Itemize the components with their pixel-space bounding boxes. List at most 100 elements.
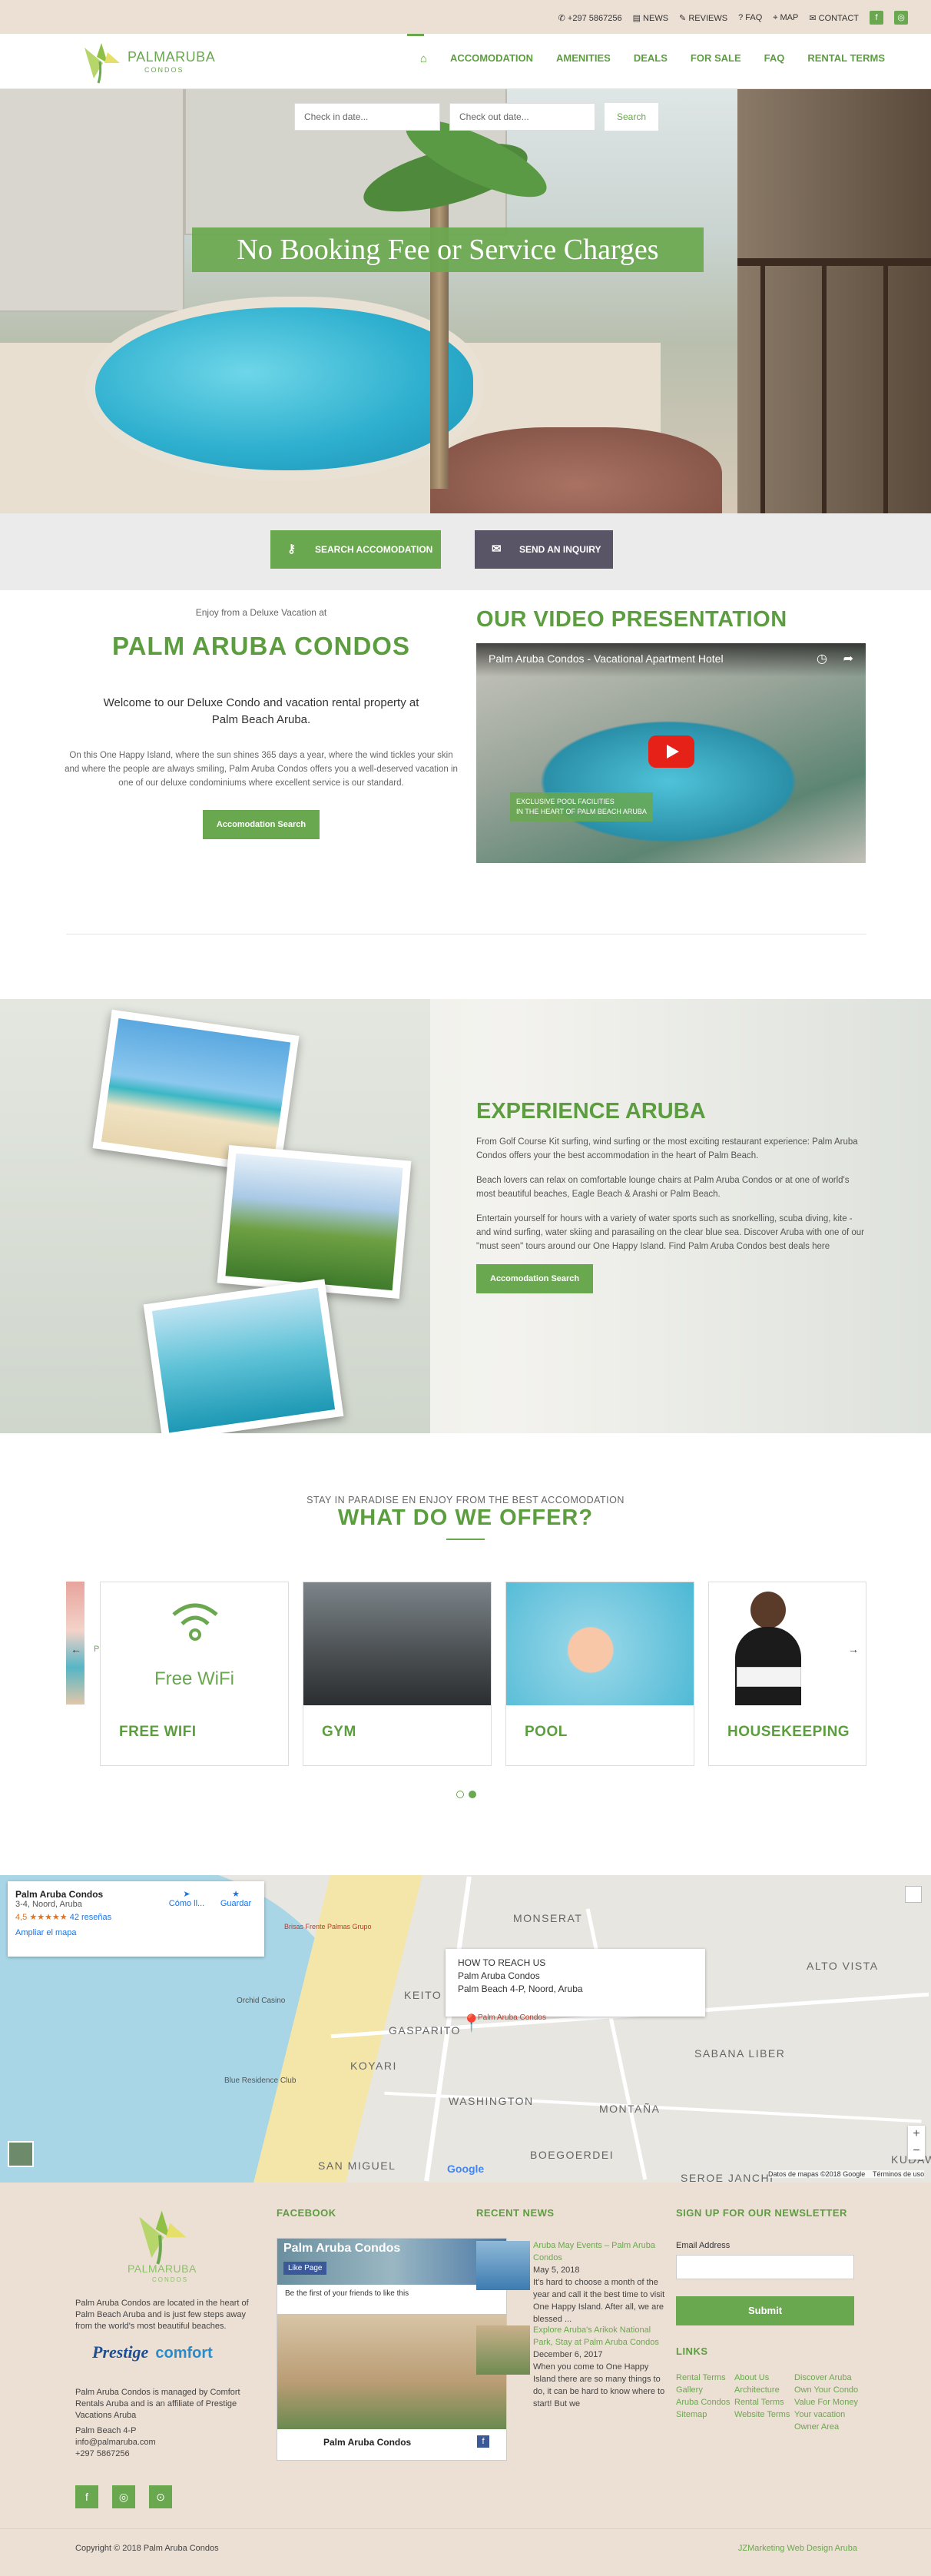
share-icon[interactable]: ➦ xyxy=(843,651,853,666)
fb-page-name: Palm Aruba Condos xyxy=(283,2242,401,2255)
nav-rental-terms[interactable]: RENTAL TERMS xyxy=(807,52,885,65)
carousel-dot[interactable] xyxy=(456,1791,464,1798)
facebook-widget[interactable]: Palm Aruba Condos Like Page Be the first… xyxy=(277,2238,507,2461)
fb-post-page: Palm Aruba Condos xyxy=(323,2437,412,2448)
link-item[interactable]: Sitemap xyxy=(676,2408,730,2421)
housekeeper-body xyxy=(735,1627,801,1705)
search-accomodation-button[interactable]: ⚷ SEARCH ACCOMODATION xyxy=(270,530,441,569)
hero-building-left xyxy=(0,89,184,312)
nav-deals[interactable]: DEALS xyxy=(634,52,668,65)
reviews-link[interactable]: ✎ REVIEWS xyxy=(679,13,727,23)
hero-pool xyxy=(84,297,484,481)
carousel-dot-active[interactable] xyxy=(469,1791,476,1798)
fullscreen-icon[interactable] xyxy=(905,1886,922,1903)
link-item[interactable]: Owner Area xyxy=(794,2421,858,2433)
newsletter-email-input[interactable] xyxy=(676,2255,854,2279)
fb-like-button[interactable]: Like Page xyxy=(283,2262,327,2275)
palm-logo-icon xyxy=(84,43,120,84)
offer-card-housekeeping[interactable]: HOUSEKEEPING xyxy=(708,1582,866,1766)
video-title-bar: Palm Aruba Condos - Vacational Apartment… xyxy=(476,643,866,677)
save-button[interactable]: ★ Guardar xyxy=(217,1889,255,1908)
link-item[interactable]: Value For Money xyxy=(794,2396,858,2408)
link-item[interactable]: Website Terms xyxy=(734,2408,790,2421)
welcome-kicker: Enjoy from a Deluxe Vacation at xyxy=(195,607,327,618)
fb-cover: Palm Aruba Condos Like Page xyxy=(277,2239,506,2285)
directions-button[interactable]: ➤ Cómo ll... xyxy=(166,1889,207,1908)
experience-accomodation-search-button[interactable]: Accomodation Search xyxy=(476,1264,594,1293)
news-thumb[interactable] xyxy=(476,2325,530,2375)
links-title: LINKS xyxy=(676,2345,708,2357)
send-inquiry-button[interactable]: ✉ SEND AN INQUIRY xyxy=(475,530,613,569)
booking-search-button[interactable]: Search xyxy=(605,103,658,131)
link-item[interactable]: Aruba Condos xyxy=(676,2396,730,2408)
footer-facebook-icon[interactable]: f xyxy=(75,2485,98,2508)
satellite-toggle[interactable] xyxy=(8,2141,34,2167)
checkin-input[interactable]: Check in date... xyxy=(294,103,440,131)
offer-card-gym[interactable]: GYM xyxy=(303,1582,492,1766)
site-logo[interactable]: PALMARUBA CONDOS xyxy=(77,40,230,85)
link-item[interactable]: Discover Aruba xyxy=(794,2372,858,2384)
footer-logo[interactable]: PALMARUBA CONDOS xyxy=(108,2206,230,2283)
main-navbar: PALMARUBA CONDOS ⌂ ACCOMODATION AMENITIE… xyxy=(0,34,931,89)
play-icon[interactable] xyxy=(648,735,694,768)
faq-link[interactable]: ? FAQ xyxy=(738,13,762,22)
map-reviews-link[interactable]: 42 reseñas xyxy=(70,1913,111,1922)
news-item-title[interactable]: Explore Aruba's Arikok National Park, St… xyxy=(533,2324,665,2349)
map-label: GASPARITO xyxy=(389,2024,461,2037)
video-tag-line1: EXCLUSIVE POOL FACILITIES xyxy=(516,798,615,805)
nav-amenities[interactable]: AMENITIES xyxy=(556,52,611,65)
news-item-text: It's hard to choose a month of the year … xyxy=(533,2278,665,2324)
nav-accomodation[interactable]: ACCOMODATION xyxy=(450,52,533,65)
welcome-section: Enjoy from a Deluxe Vacation at PALM ARU… xyxy=(61,607,461,839)
link-item[interactable]: Rental Terms xyxy=(734,2396,790,2408)
offer-underline xyxy=(446,1539,485,1540)
fb-icon[interactable]: f xyxy=(477,2435,489,2448)
footer-tripadvisor-icon[interactable]: ⊙ xyxy=(149,2485,172,2508)
video-player[interactable]: Palm Aruba Condos - Vacational Apartment… xyxy=(476,643,866,863)
footer-instagram-icon[interactable]: ◎ xyxy=(112,2485,135,2508)
map-enlarge-link[interactable]: Ampliar el mapa xyxy=(15,1928,257,1937)
newsletter-submit-button[interactable]: Submit xyxy=(676,2296,854,2325)
news-link[interactable]: ▤ NEWS xyxy=(633,13,668,23)
top-bar: ✆ +297 5867256 ▤ NEWS ✎ REVIEWS ? FAQ ⌖ … xyxy=(0,0,931,34)
link-item[interactable]: Architecture xyxy=(734,2384,790,2396)
hero-balcony xyxy=(737,89,931,513)
offer-card-wifi[interactable]: Free WiFi FREE WIFI xyxy=(100,1582,289,1766)
video-title: OUR VIDEO PRESENTATION xyxy=(476,607,787,632)
links-col-2: About Us Architecture Rental Terms Websi… xyxy=(734,2372,790,2421)
footer-phone[interactable]: +297 5867256 xyxy=(75,2448,156,2460)
link-item[interactable]: Rental Terms xyxy=(676,2372,730,2384)
news-thumb[interactable] xyxy=(476,2241,530,2290)
facebook-icon[interactable]: f xyxy=(870,11,883,25)
footer-email[interactable]: info@palmaruba.com xyxy=(75,2437,156,2448)
nav-faq[interactable]: FAQ xyxy=(764,52,785,65)
offer-card-pool[interactable]: POOL xyxy=(505,1582,694,1766)
zoom-controls[interactable]: + − xyxy=(908,2126,925,2159)
map-link[interactable]: ⌖ MAP xyxy=(773,13,798,23)
map-poi: Blue Residence Club xyxy=(224,2076,297,2085)
link-item[interactable]: About Us xyxy=(734,2372,790,2384)
designer-credit[interactable]: JZMarketing Web Design Aruba xyxy=(738,2544,857,2553)
clock-icon[interactable]: ◷ xyxy=(817,651,827,666)
phone-link[interactable]: ✆ +297 5867256 xyxy=(558,13,622,23)
carousel-next-arrow-icon[interactable]: → xyxy=(848,1643,859,1655)
news-title: RECENT NEWS xyxy=(476,2207,555,2219)
news-item-title[interactable]: Aruba May Events – Palm Aruba Condos xyxy=(533,2239,665,2264)
home-icon[interactable]: ⌂ xyxy=(420,52,427,65)
checkout-input[interactable]: Check out date... xyxy=(449,103,595,131)
directions-icon: ➤ xyxy=(183,1890,191,1899)
link-item[interactable]: Your vacation xyxy=(794,2408,858,2421)
map-rating: 4,5 ★★★★★ xyxy=(15,1913,68,1922)
tripadvisor-icon[interactable]: ◎ xyxy=(894,11,908,25)
link-item[interactable]: Gallery xyxy=(676,2384,730,2396)
map-pin-label: Palm Aruba Condos xyxy=(478,2013,546,2022)
link-item[interactable]: Own Your Condo xyxy=(794,2384,858,2396)
card-label-pool: POOL xyxy=(525,1724,568,1740)
google-map[interactable]: MONSERAT ALTO VISTA KEITO SABANA LIBER G… xyxy=(0,1875,931,2183)
contact-link[interactable]: ✉ CONTACT xyxy=(809,13,859,23)
nav-for-sale[interactable]: FOR SALE xyxy=(691,52,741,65)
welcome-accomodation-search-button[interactable]: Accomodation Search xyxy=(202,810,320,839)
carousel-prev-arrow-icon[interactable]: ← xyxy=(71,1643,81,1655)
video-section: OUR VIDEO PRESENTATION Palm Aruba Condos… xyxy=(476,607,866,863)
map-label: KEITO xyxy=(404,1989,442,2001)
